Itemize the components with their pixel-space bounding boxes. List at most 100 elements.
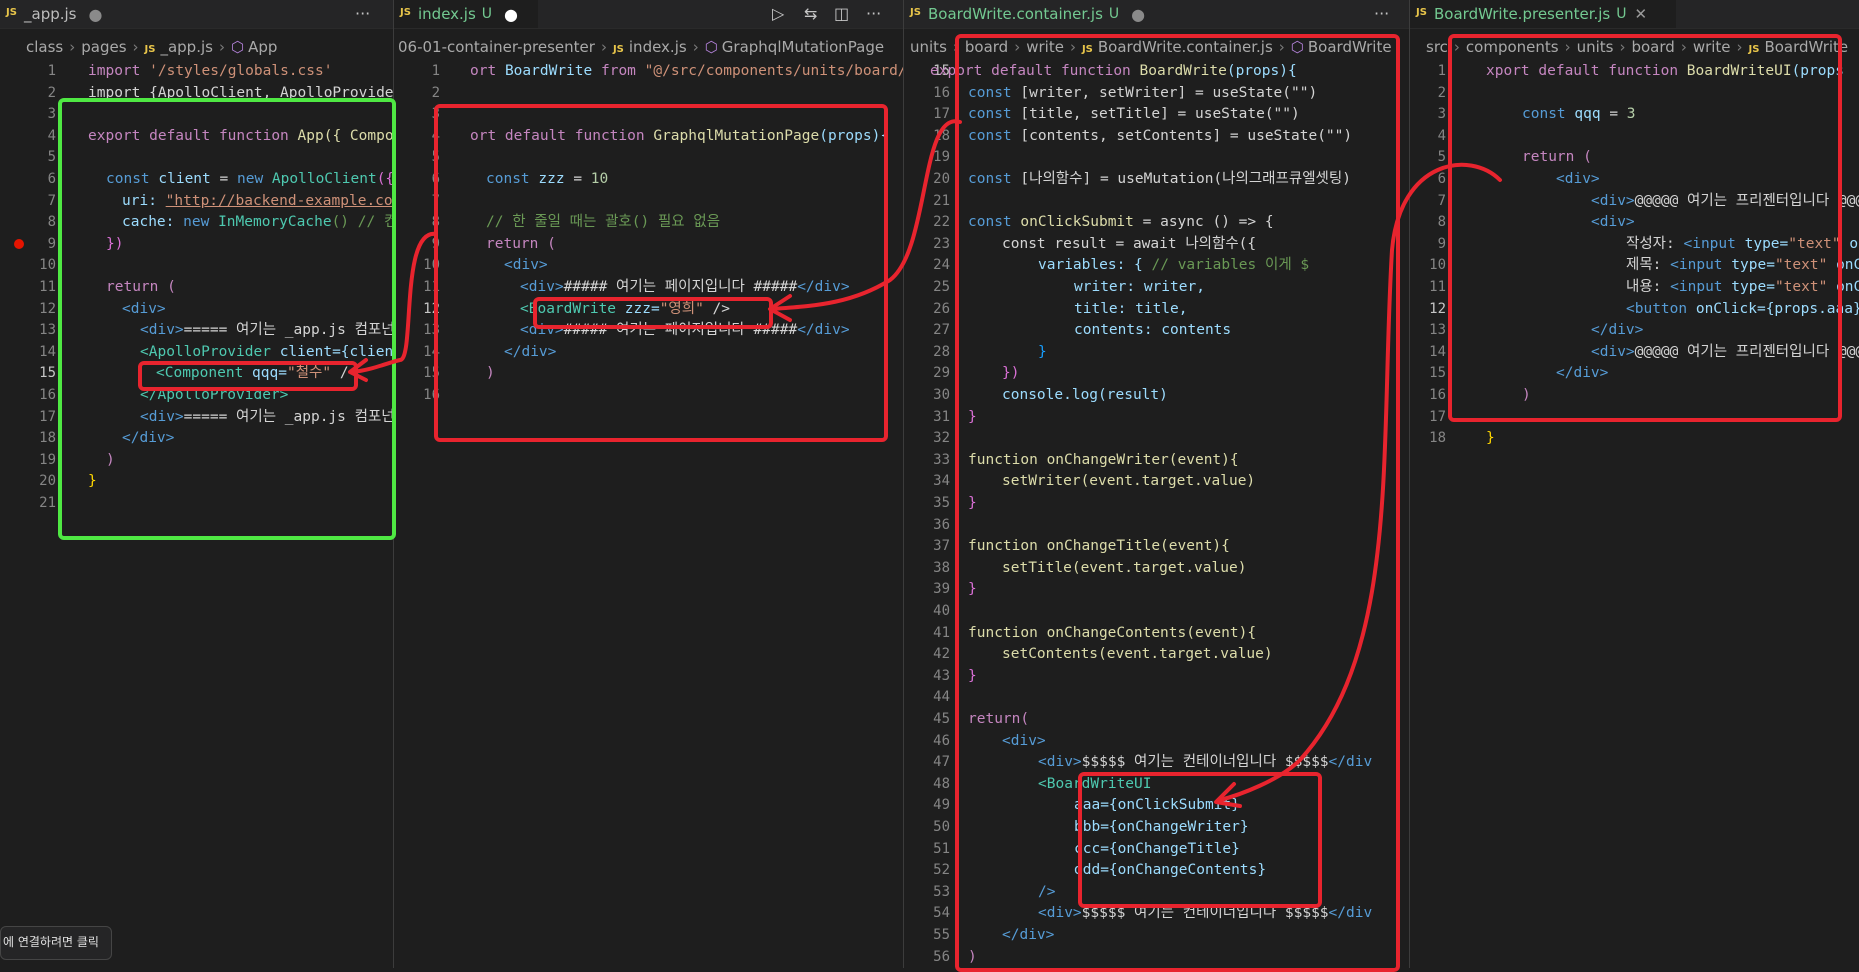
js-file-icon: JS (1416, 7, 1427, 18)
breadcrumb-item[interactable]: BoardWrite.container.js (1098, 38, 1273, 56)
line-number: 30 (933, 387, 950, 403)
close-icon[interactable]: ✕ (1635, 5, 1648, 23)
split-editor-icon[interactable]: ◫ (834, 4, 849, 23)
breadcrumb: 06-01-container-presenter › JS index.js › ⬡ Gr… (398, 38, 885, 56)
line-number: 43 (933, 667, 950, 684)
breadcrumb-item[interactable]: board (965, 38, 1008, 56)
js-file-icon: JS (6, 7, 17, 18)
tab-bar: JS BoardWrite.container.js U ● ··· (904, 0, 1409, 29)
line-number: 44 (933, 689, 950, 706)
line-number: 17 (933, 106, 950, 123)
line-number: 54 (933, 905, 950, 922)
editor-pane-index: JS index.js U ● ▷ ⇆ ◫ ··· 06-01-containe… (394, 0, 903, 968)
breadcrumb-item[interactable]: GraphqlMutationPage (722, 38, 884, 56)
line-number: 33 (933, 451, 950, 468)
line-number: 50 (933, 819, 950, 835)
line-number: 48 (933, 775, 950, 792)
line-number: 34 (933, 473, 950, 490)
breadcrumb-item[interactable]: components (1466, 38, 1559, 56)
more-actions-icon[interactable]: ··· (866, 4, 881, 23)
breadcrumb: src › components › units › board › write › JS Board… (1426, 38, 1849, 56)
breadcrumb-item[interactable]: BoardWrite (1764, 38, 1848, 56)
more-actions-icon[interactable]: ··· (1374, 4, 1389, 23)
breakpoint-icon[interactable] (14, 239, 24, 249)
tab-bar: JS _app.js ● ··· (0, 0, 393, 29)
line-number: 53 (933, 883, 950, 900)
js-file-icon: JS (400, 7, 411, 18)
line-number: 16 (933, 84, 950, 101)
symbol-method-icon: ⬡ (230, 38, 245, 56)
editor-pane-container: JS BoardWrite.container.js U ● ··· units… (904, 0, 1409, 968)
tab-bar: JS BoardWrite.presenter.js U ✕ (1410, 0, 1859, 29)
js-file-icon: JS (910, 7, 921, 18)
breadcrumb-item[interactable]: write (1693, 38, 1731, 56)
modified-dot-icon[interactable]: ● (504, 5, 518, 24)
tab-container-js[interactable]: JS BoardWrite.container.js U ● (904, 0, 1153, 28)
modified-dot-icon[interactable]: ● (89, 5, 103, 24)
tab-label: BoardWrite.presenter.js (1434, 5, 1611, 23)
line-number: 35 (933, 495, 950, 511)
breadcrumb: units › board › write › JS BoardWrite.container… (910, 38, 1392, 56)
breadcrumb-item[interactable]: class (26, 38, 63, 56)
breadcrumb-item[interactable]: units (910, 38, 947, 56)
line-number: 18 (933, 127, 950, 144)
tab-app-js[interactable]: JS _app.js ● (0, 0, 184, 28)
more-actions-icon[interactable]: ··· (355, 4, 370, 23)
breadcrumb-item[interactable]: App (248, 38, 277, 56)
line-number: 32 (933, 430, 950, 447)
run-icon[interactable]: ▷ (772, 4, 784, 23)
line-number: 24 (933, 257, 950, 274)
tab-index-js[interactable]: JS index.js U ● (394, 0, 538, 28)
breadcrumb-item[interactable]: pages (81, 38, 126, 56)
breadcrumb-item[interactable]: write (1026, 38, 1064, 56)
line-number: 23 (933, 235, 950, 252)
line-number: 42 (933, 646, 950, 663)
symbol-method-icon: ⬡ (1290, 38, 1304, 56)
line-number: 26 (933, 300, 950, 317)
status-tooltip[interactable]: 에 연결하려면 클릭 (0, 926, 112, 960)
breadcrumb-item[interactable]: _app.js (160, 38, 213, 56)
breadcrumb-item[interactable]: board (1631, 38, 1674, 56)
tab-label: BoardWrite.container.js (928, 5, 1103, 23)
breadcrumb: class › pages › JS _app.js › ⬡ App (26, 38, 278, 56)
line-number: 19 (933, 149, 950, 166)
breadcrumb-item[interactable]: BoardWrite (1308, 38, 1392, 56)
line-number: 31 (933, 408, 950, 425)
untracked-flag: U (1108, 6, 1120, 22)
symbol-method-icon: ⬡ (704, 38, 718, 56)
editor-pane-presenter: JS BoardWrite.presenter.js U ✕ src › compo… (1410, 0, 1859, 968)
line-number: 56 (933, 948, 950, 965)
line-number: 47 (933, 754, 950, 771)
js-file-icon: JS (1081, 44, 1093, 55)
line-number: 22 (933, 214, 950, 231)
line-number: 41 (933, 624, 950, 641)
line-number: 39 (933, 581, 950, 598)
line-number: 36 (933, 516, 950, 533)
line-number: 28 (933, 343, 950, 360)
line-number: 29 (933, 365, 950, 382)
js-file-icon: JS (144, 44, 156, 55)
modified-dot-icon[interactable]: ● (1131, 5, 1145, 24)
line-number: 40 (933, 603, 950, 619)
line-number: 55 (933, 927, 950, 943)
js-file-icon: JS (1748, 44, 1760, 55)
line-number: 27 (933, 322, 950, 339)
breadcrumb-item[interactable]: 06-01-container-presenter (398, 38, 595, 56)
line-number: 52 (933, 862, 950, 879)
line-number: 38 (933, 559, 950, 576)
line-number: 21 (933, 192, 950, 209)
breadcrumb-item[interactable]: units (1577, 38, 1614, 56)
tab-presenter-js[interactable]: JS BoardWrite.presenter.js U ✕ (1410, 0, 1676, 28)
line-number: 49 (933, 797, 950, 814)
tab-label: _app.js (24, 5, 77, 23)
js-file-icon: JS (612, 44, 624, 55)
line-number: 51 (933, 840, 950, 857)
compare-changes-icon[interactable]: ⇆ (804, 4, 817, 23)
untracked-flag: U (1616, 6, 1627, 22)
line-number: 25 (933, 279, 950, 295)
breadcrumb-item[interactable]: index.js (629, 38, 687, 56)
untracked-flag: U (481, 6, 493, 22)
breadcrumb-item[interactable]: src (1426, 38, 1448, 56)
line-number: 46 (933, 732, 950, 749)
tab-bar: JS index.js U ● ▷ ⇆ ◫ ··· (394, 0, 903, 29)
